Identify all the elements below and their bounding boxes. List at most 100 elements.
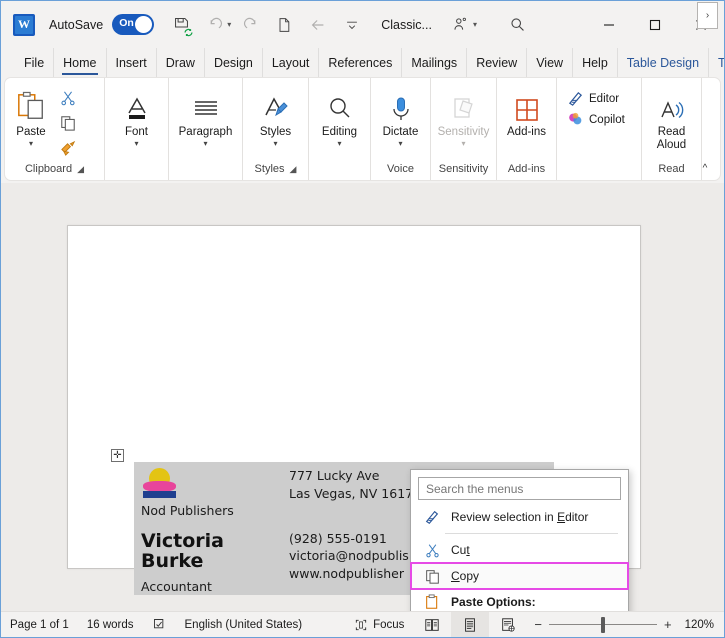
tab-review[interactable]: Review <box>467 48 528 77</box>
tab-label: Layout <box>271 55 310 70</box>
menu-search-box[interactable] <box>418 477 621 500</box>
ribbon-group-addins: Add-ins Add-ins <box>497 78 557 180</box>
format-painter-button[interactable] <box>55 136 81 160</box>
person-name: Victoria Burke <box>141 530 224 573</box>
tab-home[interactable]: Home <box>54 48 107 77</box>
editor-icon <box>568 91 583 106</box>
add-ins-icon <box>514 87 540 123</box>
new-document-icon[interactable] <box>269 10 299 40</box>
ribbon-group-label-font <box>107 160 166 180</box>
paste-label: Paste <box>16 126 46 138</box>
editor-button[interactable]: Editor <box>563 88 625 109</box>
spell-check-icon[interactable] <box>143 612 176 637</box>
chevron-down-icon[interactable]: ▾ <box>203 140 207 148</box>
tab-draw[interactable]: Draw <box>157 48 205 77</box>
menu-item-review-in-editor[interactable]: Review selection in Editor <box>411 504 628 530</box>
chevron-down-icon[interactable]: ▾ <box>337 140 341 148</box>
minimize-button[interactable] <box>586 9 632 41</box>
zoom-level[interactable]: 120% <box>679 619 724 631</box>
undo-icon[interactable] <box>200 10 230 40</box>
tab-tab[interactable]: Tab <box>709 48 724 77</box>
chevron-down-icon[interactable]: ▾ <box>461 140 465 148</box>
zoom-slider-thumb[interactable] <box>600 616 605 633</box>
search-icon[interactable] <box>503 10 533 40</box>
autosave-toggle[interactable]: On <box>112 14 155 35</box>
ribbon-group-paragraph: Paragraph ▾ <box>169 78 243 180</box>
customize-quick-access-toolbar-icon[interactable] <box>337 10 367 40</box>
add-ins-label: Add-ins <box>507 126 546 138</box>
tab-overflow-button[interactable]: › <box>697 2 718 29</box>
zoom-in-button[interactable]: + <box>657 617 679 632</box>
copy-button[interactable] <box>55 111 81 135</box>
focus-mode-button[interactable]: Focus <box>345 612 413 637</box>
read-aloud-icon <box>658 87 686 123</box>
dictate-button[interactable]: Dictate ▾ <box>373 83 428 148</box>
editing-icon <box>326 87 354 123</box>
tab-insert[interactable]: Insert <box>107 48 157 77</box>
search-input[interactable] <box>426 481 613 496</box>
styles-dialog-launcher[interactable]: ◢ <box>290 164 297 175</box>
menu-item-cut[interactable]: Cut <box>411 537 628 563</box>
ribbon-group-read: Read Aloud Read <box>642 78 702 180</box>
tab-view[interactable]: View <box>527 48 574 77</box>
redo-icon[interactable] <box>235 10 265 40</box>
tab-label: View <box>536 55 564 70</box>
share-people-icon[interactable] <box>446 10 476 40</box>
tab-references[interactable]: References <box>319 48 403 77</box>
tab-label: Draw <box>165 55 195 70</box>
font-button[interactable]: Font ▾ <box>109 83 165 148</box>
tab-table-design[interactable]: Table Design <box>618 48 710 77</box>
copy-icon <box>419 569 445 584</box>
menu-item-copy[interactable]: Copy <box>410 562 629 590</box>
add-ins-button[interactable]: Add-ins <box>499 83 554 139</box>
menu-item-paste-options: Paste Options: <box>411 589 628 611</box>
copilot-icon <box>569 112 582 125</box>
sensitivity-button[interactable]: Sensitivity ▾ <box>433 83 494 148</box>
document-title[interactable]: Classic... <box>381 18 432 32</box>
sensitivity-icon <box>450 87 478 123</box>
print-layout-view-icon[interactable] <box>451 612 490 637</box>
tab-label: Design <box>213 55 253 70</box>
chevron-down-icon[interactable]: ▾ <box>273 140 277 148</box>
chevron-up-icon[interactable]: ^ <box>694 158 716 178</box>
zoom-out-button[interactable]: − <box>527 617 549 632</box>
maximize-button[interactable] <box>632 9 678 41</box>
paragraph-button[interactable]: Paragraph ▾ <box>171 83 240 148</box>
word-count[interactable]: 16 words <box>78 612 143 637</box>
tab-layout[interactable]: Layout <box>263 48 320 77</box>
clipboard-dialog-launcher[interactable]: ◢ <box>77 164 84 175</box>
ribbon-group-editor-copilot: Editor Copilot <box>557 78 642 180</box>
tab-help[interactable]: Help <box>573 48 618 77</box>
tab-label: Tab <box>718 55 724 70</box>
read-aloud-button[interactable]: Read Aloud <box>644 83 699 152</box>
focus-label: Focus <box>373 618 405 631</box>
back-arrow-icon[interactable] <box>303 10 333 40</box>
ribbon-group-label-editor <box>559 160 639 180</box>
chevron-down-icon[interactable]: ▾ <box>398 140 402 148</box>
cut-button[interactable] <box>55 86 81 110</box>
status-bar: Page 1 of 1 16 words English (United Sta… <box>1 611 724 637</box>
ribbon-group-label-styles: Styles ◢ <box>254 163 297 175</box>
table-move-handle[interactable]: ✛ <box>111 449 124 462</box>
ribbon-group-font: Font ▾ <box>105 78 169 180</box>
copilot-button[interactable]: Copilot <box>563 109 631 130</box>
zoom-slider[interactable] <box>548 612 657 638</box>
web-layout-view-icon[interactable] <box>489 612 527 637</box>
editing-button[interactable]: Editing ▾ <box>312 83 368 148</box>
title-bar: W AutoSave On ▾ Classic... ▾ <box>1 1 724 48</box>
read-mode-view-icon[interactable] <box>413 612 451 637</box>
chevron-down-icon[interactable]: ▾ <box>29 140 33 148</box>
save-icon[interactable] <box>166 10 196 40</box>
tab-mailings[interactable]: Mailings <box>402 48 468 77</box>
tab-design[interactable]: Design <box>205 48 263 77</box>
toggle-knob <box>135 16 153 33</box>
ribbon-group-label-read: Read <box>658 163 685 175</box>
language-indicator[interactable]: English (United States) <box>176 612 312 637</box>
autosave-state: On <box>119 17 134 29</box>
page-count[interactable]: Page 1 of 1 <box>1 612 78 637</box>
chevron-down-icon[interactable]: ▾ <box>134 140 138 148</box>
tab-file[interactable]: File <box>15 48 55 77</box>
paste-button[interactable]: Paste ▾ <box>7 83 55 148</box>
publisher-logo-icon <box>141 468 181 502</box>
styles-button[interactable]: Styles ▾ <box>248 83 304 148</box>
